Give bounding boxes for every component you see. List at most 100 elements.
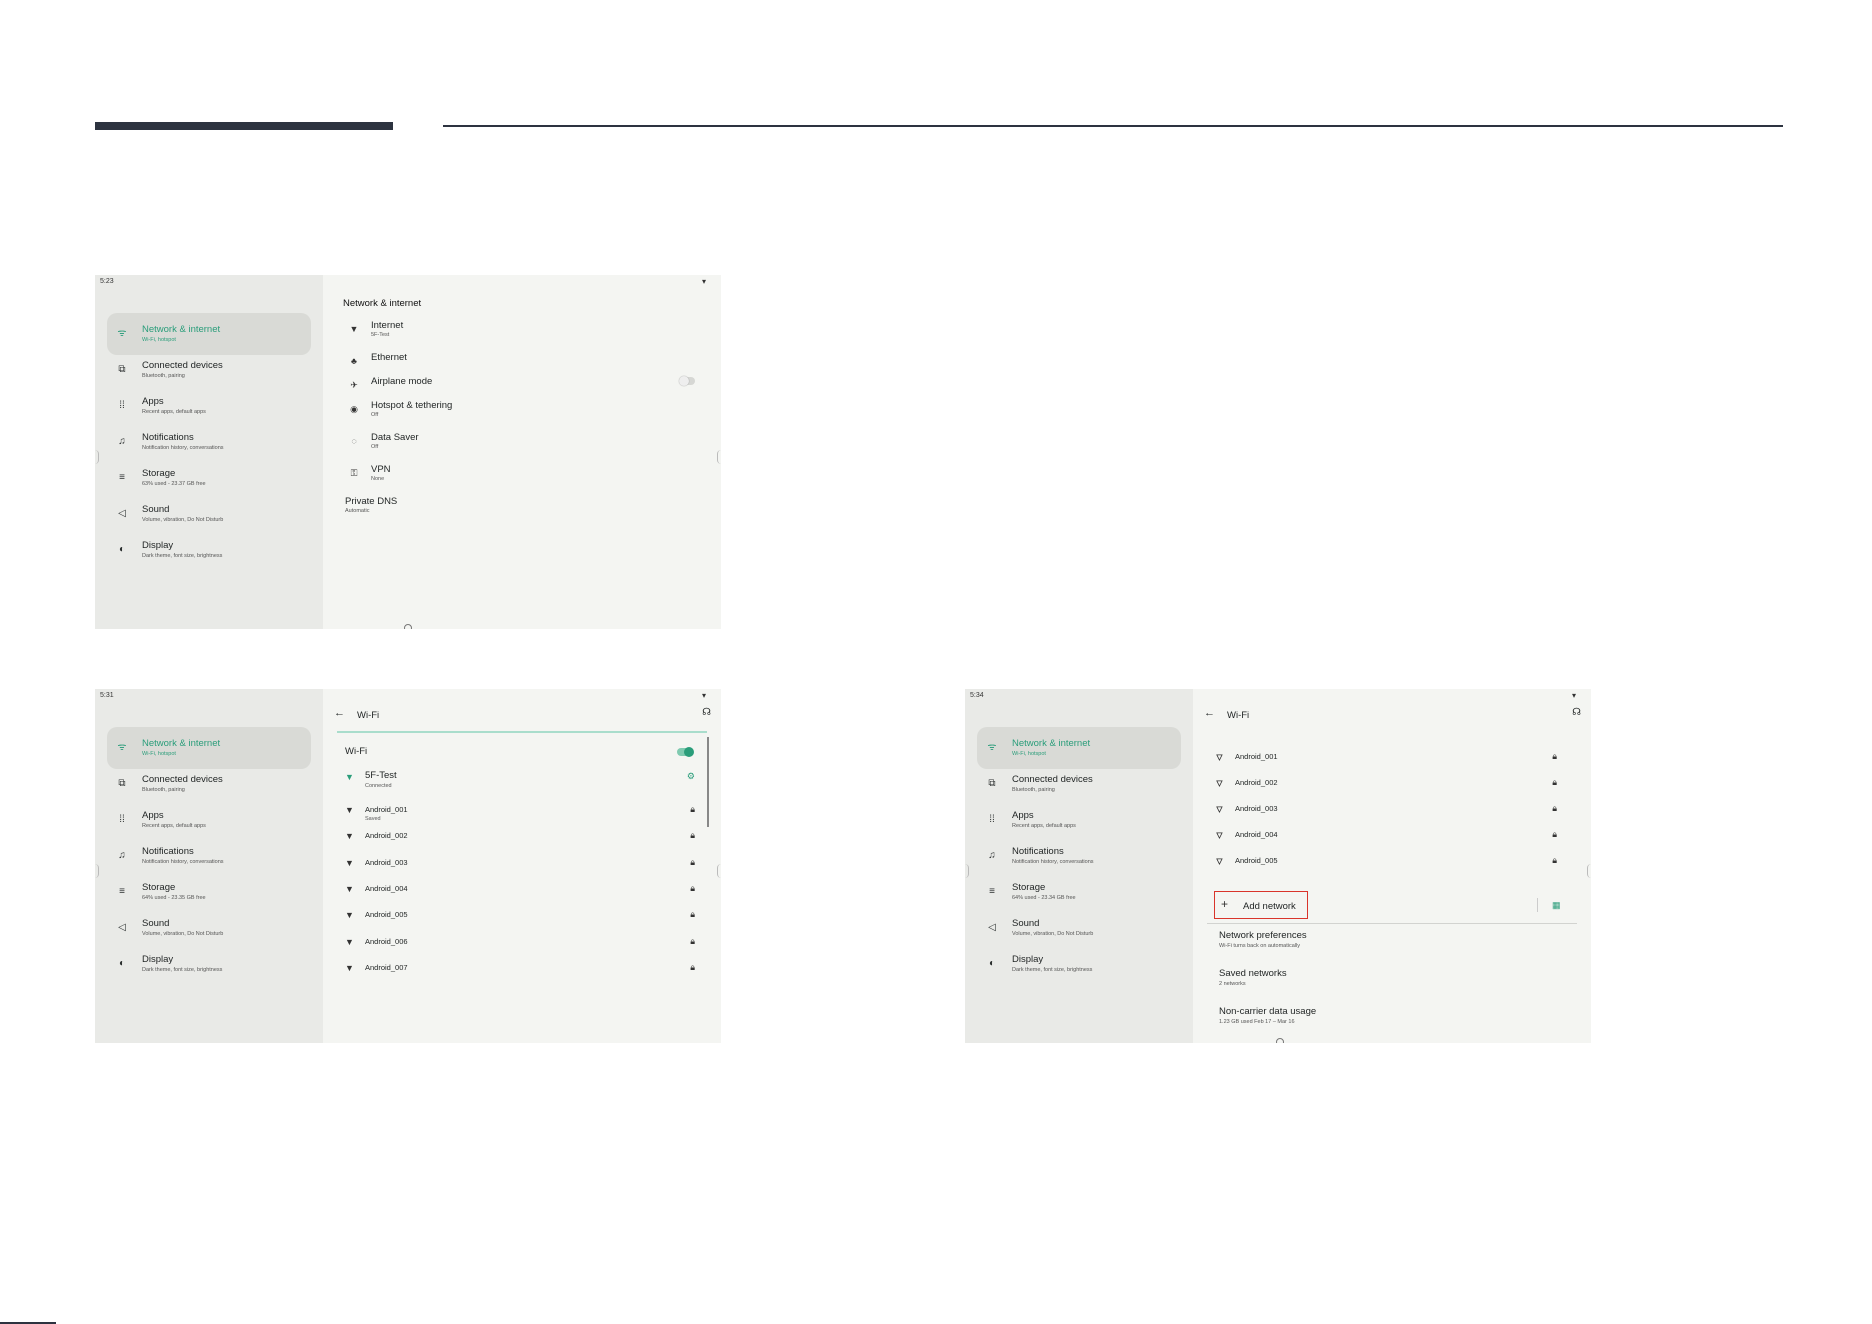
settings-sidebar: ᯤ Network & internet Wi-Fi, hotspot ⧉ Connec… bbox=[965, 689, 1193, 1043]
sidebar-item-label: Display bbox=[142, 540, 174, 551]
sidebar-item-label: Apps bbox=[142, 810, 164, 821]
sidebar-item-label: Notifications bbox=[142, 846, 194, 857]
network-name: Android_005 bbox=[365, 910, 408, 920]
saved-networks-row[interactable]: Saved networks 2 networks bbox=[1219, 968, 1287, 987]
wifi-network-row[interactable]: ▼ Android_004 🔒︎ bbox=[345, 882, 709, 908]
sidebar-item-subtitle: Recent apps, default apps bbox=[1012, 823, 1076, 829]
sidebar-item-display[interactable]: ◐ Display Dark theme, font size, brightnes… bbox=[977, 943, 1181, 985]
back-arrow-icon[interactable]: ← bbox=[334, 707, 345, 719]
top-app-bar: ← Wi-Fi ☊ bbox=[1193, 703, 1591, 735]
add-network-button[interactable]: + Add network bbox=[1214, 891, 1308, 919]
back-arrow-icon[interactable]: ← bbox=[1204, 707, 1215, 719]
sidebar-item-subtitle: 63% used - 23.37 GB free bbox=[142, 481, 206, 487]
row-title: Network preferences bbox=[1219, 930, 1307, 941]
wifi-network-row[interactable]: ▼ Android_004 🔒︎ bbox=[1215, 828, 1579, 854]
lock-icon: 🔒︎ bbox=[690, 830, 695, 841]
right-edge-handle[interactable] bbox=[1587, 864, 1591, 878]
wifi-network-row[interactable]: ▼ Android_002 🔒︎ bbox=[1215, 776, 1579, 802]
sidebar-item-label: Network & internet bbox=[1012, 738, 1091, 749]
sidebar-item-label: Apps bbox=[142, 396, 164, 407]
sidebar-item-subtitle: Wi-Fi, hotspot bbox=[142, 337, 176, 343]
connected-network-row[interactable]: ▼ 5F-Test Connected ⚙ bbox=[345, 770, 709, 796]
sidebar-item-display[interactable]: ◐ Display Dark theme, font size, brightnes… bbox=[107, 943, 311, 985]
wifi-icon: ▼ bbox=[345, 883, 354, 894]
row-subtitle: 1.23 GB used Feb 17 – Mar 16 bbox=[1219, 1019, 1295, 1025]
row-subtitle: Wi-Fi turns back on automatically bbox=[1219, 943, 1300, 949]
settings-sidebar: ᯤ Network & internet Wi-Fi, hotspot ⧉ Connec… bbox=[95, 275, 323, 629]
wifi-toggle-row[interactable]: Wi-Fi bbox=[345, 746, 709, 772]
network-preferences-row[interactable]: Network preferences Wi-Fi turns back on … bbox=[1219, 930, 1307, 949]
sidebar-item-subtitle: Recent apps, default apps bbox=[142, 409, 206, 415]
wifi-network-row[interactable]: ▼ Android_001 Saved 🔒︎ bbox=[345, 803, 709, 829]
sidebar-item-label: Network & internet bbox=[142, 738, 221, 749]
wifi-network-row[interactable]: ▼ Android_003 🔒︎ bbox=[345, 856, 709, 882]
network-name: Android_001 bbox=[365, 805, 408, 814]
wifi-toggle[interactable] bbox=[677, 747, 694, 757]
settings-main: ← Wi-Fi ☊ Wi-Fi ▼ 5F-Test Connected ⚙ ▼ A… bbox=[323, 689, 721, 1043]
apps-grid-icon: ⁞⁞ bbox=[119, 400, 125, 411]
data-saver-row[interactable]: ◌ Data Saver Off bbox=[349, 432, 699, 460]
row-title: Internet bbox=[371, 320, 404, 331]
wifi-network-row[interactable]: ▼ Android_003 🔒︎ bbox=[1215, 802, 1579, 828]
airplane-mode-toggle[interactable] bbox=[679, 376, 695, 386]
help-icon[interactable]: ☊ bbox=[702, 707, 711, 718]
wifi-label: Wi-Fi bbox=[345, 746, 368, 757]
network-name: Android_002 bbox=[365, 831, 408, 841]
brightness-icon: ◐ bbox=[988, 958, 996, 969]
row-title: Airplane mode bbox=[371, 376, 433, 387]
sidebar-item-display[interactable]: ◐ Display Dark theme, font size, brightnes… bbox=[107, 529, 311, 571]
sidebar-item-subtitle: Volume, vibration, Do Not Disturb bbox=[1012, 931, 1094, 937]
internet-row[interactable]: ▼ Internet 5F-Test bbox=[349, 320, 699, 348]
wifi-icon: ▼ bbox=[345, 910, 354, 921]
settings-gear-icon[interactable]: ⚙ bbox=[687, 771, 695, 782]
row-title: Hotspot & tethering bbox=[371, 400, 453, 411]
lock-icon: 🔒︎ bbox=[1552, 803, 1557, 813]
sidebar-item-label: Display bbox=[1012, 954, 1044, 965]
right-edge-handle[interactable] bbox=[717, 864, 721, 878]
network-name: Android_004 bbox=[1235, 830, 1278, 839]
wifi-network-row[interactable]: ▼ Android_007 🔒︎ bbox=[345, 961, 709, 987]
wifi-icon: ᯤ bbox=[117, 742, 127, 753]
scroll-indicator-icon bbox=[1276, 1038, 1284, 1043]
sidebar-item-subtitle: Wi-Fi, hotspot bbox=[142, 751, 176, 757]
network-name: Android_006 bbox=[365, 936, 408, 946]
wifi-network-row[interactable]: ▼ Android_002 🔒︎ bbox=[345, 829, 709, 855]
bell-icon: ♫ bbox=[118, 850, 126, 861]
non-carrier-data-usage-row[interactable]: Non-carrier data usage 1.23 GB used Feb … bbox=[1219, 1006, 1316, 1025]
sidebar-item-label: Display bbox=[142, 954, 174, 965]
wifi-network-row[interactable]: ▼ Android_006 🔒︎ bbox=[345, 935, 709, 961]
devices-icon: ⧉ bbox=[118, 364, 126, 375]
row-title: VPN bbox=[371, 464, 391, 475]
storage-icon: ≡ bbox=[119, 472, 125, 483]
sidebar-item-subtitle: Recent apps, default apps bbox=[142, 823, 206, 829]
sidebar-item-label: Notifications bbox=[1012, 846, 1064, 857]
private-dns-row[interactable]: Private DNS Automatic bbox=[345, 496, 695, 524]
lock-icon: 🔒︎ bbox=[690, 804, 695, 814]
sidebar-item-subtitle: Notification history, conversations bbox=[142, 445, 224, 451]
status-time: 5:34 bbox=[970, 692, 984, 699]
right-edge-handle[interactable] bbox=[717, 450, 721, 464]
network-name: Android_004 bbox=[365, 883, 408, 893]
wifi-network-row[interactable]: ▼ Android_005 🔒︎ bbox=[1215, 854, 1579, 880]
wifi-icon: ▼ bbox=[1215, 752, 1225, 763]
lock-icon: 🔒︎ bbox=[690, 961, 695, 972]
page-title: Wi-Fi bbox=[1227, 710, 1250, 721]
left-edge-handle[interactable] bbox=[95, 450, 99, 464]
row-title: Saved networks bbox=[1219, 968, 1287, 979]
sidebar-item-label: Connected devices bbox=[142, 774, 223, 785]
network-name: Android_001 bbox=[1235, 752, 1278, 761]
sidebar-item-subtitle: 64% used - 23.35 GB free bbox=[142, 895, 206, 901]
scroll-indicator-icon bbox=[404, 624, 412, 629]
network-status: Connected bbox=[365, 783, 392, 789]
wifi-network-row[interactable]: ▼ Android_005 🔒︎ bbox=[345, 908, 709, 934]
left-edge-handle[interactable] bbox=[95, 864, 99, 878]
left-edge-handle[interactable] bbox=[965, 864, 969, 878]
wifi-icon: ▼ bbox=[1215, 856, 1225, 867]
vpn-row[interactable]: ⚿ VPN None bbox=[349, 464, 699, 492]
help-icon[interactable]: ☊ bbox=[1572, 707, 1581, 718]
qr-code-scan-icon[interactable]: ▦ bbox=[1552, 900, 1561, 911]
sidebar-item-label: Sound bbox=[142, 918, 170, 929]
network-status: Saved bbox=[365, 816, 381, 822]
wifi-network-row[interactable]: ▼ Android_001 🔒︎ bbox=[1215, 750, 1579, 776]
hotspot-row[interactable]: ◉ Hotspot & tethering Off bbox=[349, 400, 699, 428]
